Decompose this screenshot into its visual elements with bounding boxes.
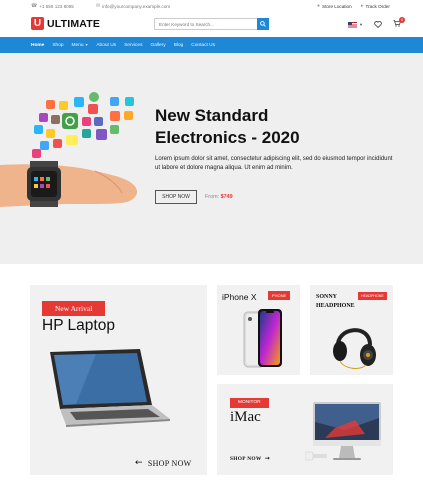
product-grid: New Arrival HP Laptop ← SHOP NOW iPhone … xyxy=(0,264,423,494)
heart-icon[interactable] xyxy=(374,21,382,28)
hero-price: From: $749 xyxy=(205,194,233,200)
site-header: U ULTIMATE ▼ 0 xyxy=(0,12,423,37)
imac-card[interactable]: MONITOR iMac SHOP NOW → xyxy=(217,384,393,475)
chevron-down-icon: ▼ xyxy=(84,42,89,47)
nav-item-about[interactable]: About Us xyxy=(96,43,116,48)
iphone-card[interactable]: iPhone X PHONE xyxy=(217,285,300,375)
monitor-tag: MONITOR xyxy=(230,398,269,408)
track-order-label: Track Order xyxy=(365,3,390,9)
arrow-right-icon: → xyxy=(264,455,270,462)
search-button[interactable] xyxy=(257,18,269,30)
language-selector[interactable]: ▼ xyxy=(348,21,363,28)
phone-text: +1 555 123 8065 xyxy=(39,3,74,9)
headphone-title-line1: SONNY xyxy=(316,294,338,300)
laptop-shop-now-link[interactable]: ← SHOP NOW xyxy=(135,458,192,468)
top-bar: ☎ +1 555 123 8065 ✉ info@yourcompany.exa… xyxy=(0,0,423,12)
laptop-card[interactable]: New Arrival HP Laptop ← SHOP NOW xyxy=(30,285,207,475)
track-order-link[interactable]: ▸ Track Order xyxy=(361,3,390,9)
laptop-title: HP Laptop xyxy=(42,317,115,334)
imac-image xyxy=(305,402,381,461)
store-location-label: Store Location xyxy=(322,3,352,9)
main-nav: Home Shop Menu ▼ About Us Services Galle… xyxy=(0,37,423,53)
shop-now-button[interactable]: SHOP NOW xyxy=(155,190,197,204)
arrow-left-icon: ← xyxy=(135,458,143,468)
headphone-title-line2: HEADPHONE xyxy=(316,303,355,309)
iphone-image xyxy=(243,309,282,368)
nav-item-contact[interactable]: Contact Us xyxy=(191,43,215,48)
hero-title: New Standard Electronics - 2020 xyxy=(155,105,405,149)
cart-button[interactable]: 0 xyxy=(393,17,405,29)
store-location-link[interactable]: ● Store Location xyxy=(317,3,352,9)
email-contact[interactable]: ✉ info@yourcompany.example.com xyxy=(96,3,170,9)
nav-item-gallery[interactable]: Gallery xyxy=(150,43,165,48)
search-input[interactable] xyxy=(154,18,257,30)
hero-description: Lorem ipsum dolor sit amet, consectetur … xyxy=(155,156,393,171)
nav-item-blog[interactable]: Blog xyxy=(174,43,184,48)
nav-item-services[interactable]: Services xyxy=(124,43,142,48)
email-text: info@yourcompany.example.com xyxy=(102,3,171,9)
header-actions: ▼ 0 xyxy=(348,17,405,29)
imac-shop-now-link[interactable]: SHOP NOW → xyxy=(230,455,270,462)
imac-title: iMac xyxy=(230,409,261,425)
phone-tag: PHONE xyxy=(268,291,291,300)
truck-icon: ▸ xyxy=(361,3,364,9)
new-arrival-tag: New Arrival xyxy=(42,301,106,316)
logo-mark: U xyxy=(31,17,44,30)
logo-text: ULTIMATE xyxy=(47,17,101,30)
hero-title-line1: New Standard xyxy=(155,106,269,125)
search-bar xyxy=(154,18,269,30)
laptop-image xyxy=(50,349,170,427)
nav-item-menu-label: Menu xyxy=(71,42,84,48)
us-flag-icon xyxy=(348,21,357,28)
imac-shop-now-label: SHOP NOW xyxy=(230,455,262,462)
price-value: $749 xyxy=(220,194,233,200)
headphone-card[interactable]: SONNY HEADPHONE HEADPHONE xyxy=(310,285,393,375)
price-prefix: From: xyxy=(205,194,220,200)
headphone-tag: HEADPHONE xyxy=(358,292,387,300)
headphone-title: SONNY HEADPHONE xyxy=(316,293,355,311)
nav-item-shop[interactable]: Shop xyxy=(52,43,63,48)
headphone-image xyxy=(333,328,376,369)
phone-icon: ☎ xyxy=(31,3,38,9)
cart-count-badge: 0 xyxy=(398,17,405,23)
smartwatch-app-icons-illustration xyxy=(0,92,138,207)
location-pin-icon: ● xyxy=(317,3,321,9)
logo[interactable]: U ULTIMATE xyxy=(31,17,100,30)
nav-item-menu[interactable]: Menu ▼ xyxy=(72,43,89,48)
search-icon xyxy=(260,21,266,27)
mail-icon: ✉ xyxy=(96,3,101,9)
iphone-title: iPhone X xyxy=(222,292,257,302)
chevron-down-icon: ▼ xyxy=(359,22,363,27)
phone-contact[interactable]: ☎ +1 555 123 8065 xyxy=(31,3,74,9)
nav-item-home[interactable]: Home xyxy=(31,43,44,48)
laptop-shop-now-label: SHOP NOW xyxy=(147,458,192,468)
hero-title-line2: Electronics - 2020 xyxy=(155,128,300,147)
hero-banner: New Standard Electronics - 2020 Lorem ip… xyxy=(0,53,423,264)
